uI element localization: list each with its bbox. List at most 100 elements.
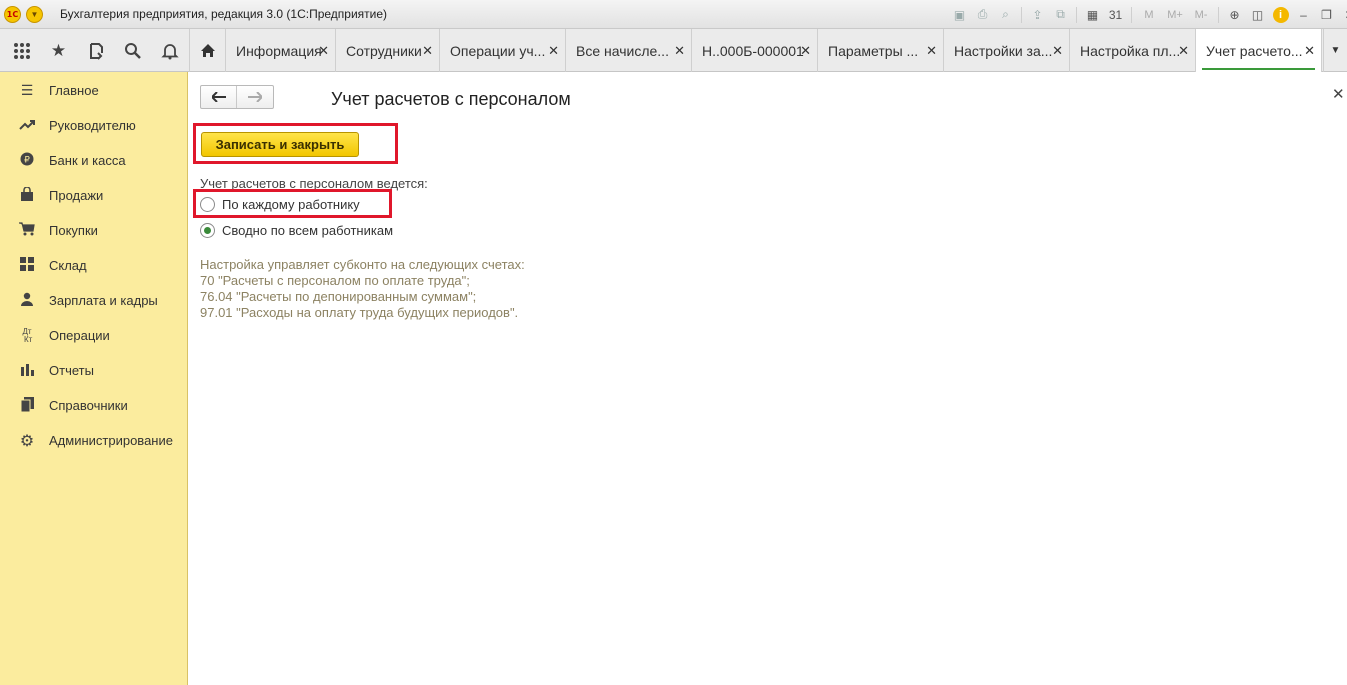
memory-plus-button[interactable]: M+	[1164, 6, 1186, 24]
close-icon[interactable]: ✕	[1178, 43, 1189, 59]
history-icon[interactable]	[77, 29, 114, 72]
tabs-more-button[interactable]: ▼	[1323, 29, 1347, 72]
coin-icon: ₽	[18, 152, 36, 169]
restore-icon[interactable]: ❐	[1317, 6, 1336, 24]
search-icon[interactable]	[114, 29, 151, 72]
tab-personnel-accounting[interactable]: Учет расчето... ✕	[1196, 29, 1322, 72]
note-line: 97.01 "Расходы на оплату труда будущих п…	[200, 305, 519, 320]
menu-lines-icon: ☰	[20, 82, 34, 98]
toolbar-divider	[1076, 6, 1077, 23]
close-icon[interactable]: ✕	[800, 43, 811, 59]
tab-label: Сотрудники	[346, 42, 422, 59]
sidebar-item-operations[interactable]: Дт Кт Операции	[0, 318, 188, 353]
tab-information[interactable]: Информация ✕	[226, 29, 336, 72]
memory-minus-button[interactable]: M-	[1190, 6, 1212, 24]
info-icon: i	[1272, 6, 1289, 23]
radio-option-all-employees[interactable]: Сводно по всем работникам	[200, 220, 393, 240]
svg-text:₽: ₽	[24, 156, 30, 166]
sidebar-item-bank[interactable]: ₽ Банк и касса	[0, 143, 188, 178]
toolbar-divider	[1131, 6, 1132, 23]
tab-label: Настройки за...	[954, 42, 1053, 59]
tab-all-accruals[interactable]: Все начисле... ✕	[566, 29, 692, 72]
tab-parameters[interactable]: Параметры ... ✕	[818, 29, 944, 72]
upload-icon[interactable]: ⇪	[1028, 6, 1047, 24]
preview-icon[interactable]: ⌕	[996, 6, 1015, 24]
app-logo-icon[interactable]: 1С	[4, 6, 21, 23]
bar-chart-icon	[18, 363, 36, 379]
form-area: Учет расчетов с персоналом ✕ Записать и …	[188, 72, 1347, 685]
sidebar-item-warehouse[interactable]: Склад	[0, 248, 188, 283]
warehouse-icon	[18, 257, 36, 274]
radio-option-each-employee[interactable]: По каждому работнику	[200, 194, 360, 214]
form-title: Учет расчетов с персоналом	[331, 89, 571, 109]
main-menu-button[interactable]: ▼	[26, 6, 43, 23]
memory-m-button[interactable]: M	[1138, 6, 1160, 24]
sidebar-item-label: Продажи	[49, 188, 104, 203]
radio-label: Сводно по всем работникам	[222, 222, 394, 238]
sidebar-item-label: Операции	[49, 328, 110, 343]
save-and-close-button[interactable]: Записать и закрыть	[201, 132, 359, 157]
sidebar-item-administration[interactable]: ⚙ Администрирование	[0, 423, 188, 458]
star-icon[interactable]: ★	[40, 29, 77, 72]
close-form-icon[interactable]: ✕	[1332, 85, 1345, 103]
sidebar-item-sales[interactable]: Продажи	[0, 178, 188, 213]
sidebar-item-salary[interactable]: Зарплата и кадры	[0, 283, 188, 318]
sidebar-item-label: Банк и касса	[49, 153, 126, 168]
close-icon[interactable]: ✕	[926, 43, 937, 59]
tab-toolbar: ★ Информация ✕ Сотрудники ✕ Операции уч...…	[0, 29, 1347, 72]
forward-arrow-icon[interactable]	[237, 86, 273, 108]
gear-icon: ⚙	[19, 432, 35, 450]
tab-label: Настройка пл...	[1080, 42, 1181, 59]
print-icon[interactable]: ⎙	[973, 6, 992, 24]
tab-salary-settings[interactable]: Настройки за... ✕	[944, 29, 1070, 72]
sidebar-item-label: Администрирование	[49, 433, 173, 448]
sidebar-item-label: Покупки	[49, 223, 98, 238]
apps-grid-icon[interactable]	[3, 29, 40, 72]
bag-icon	[18, 186, 36, 204]
sidebar-item-reports[interactable]: Отчеты	[0, 353, 188, 388]
history-navigation	[200, 85, 274, 109]
sidebar-item-label: Зарплата и кадры	[49, 293, 158, 308]
debit-credit-icon: Дт Кт	[21, 326, 33, 344]
bell-icon[interactable]	[151, 29, 188, 72]
calculator-icon[interactable]: ▦	[1083, 6, 1102, 24]
sidebar-item-directories[interactable]: Справочники	[0, 388, 188, 423]
window-title-bar: 1С ▼ Бухгалтерия предприятия, редакция 3…	[0, 0, 1347, 29]
close-icon[interactable]: ✕	[318, 43, 329, 59]
tab-label: Учет расчето...	[1206, 42, 1303, 59]
note-line: 70 "Расчеты с персоналом по оплате труда…	[200, 273, 470, 288]
sidebar-item-main[interactable]: ☰ Главное	[0, 73, 188, 108]
close-window-icon[interactable]: ✕	[1340, 6, 1347, 24]
panels-icon[interactable]: ◫	[1248, 6, 1267, 24]
close-icon[interactable]: ✕	[1304, 43, 1315, 59]
sidebar-item-manager[interactable]: Руководителю	[0, 108, 188, 143]
radio-button[interactable]	[200, 222, 215, 238]
cart-icon	[18, 222, 36, 239]
tab-operations[interactable]: Операции уч... ✕	[440, 29, 566, 72]
sidebar-item-purchases[interactable]: Покупки	[0, 213, 188, 248]
sidebar-item-label: Отчеты	[49, 363, 94, 378]
tab-plan-settings[interactable]: Настройка пл... ✕	[1070, 29, 1196, 72]
tab-label: Операции уч...	[450, 42, 546, 59]
sidebar-item-label: Склад	[49, 258, 87, 273]
radio-button[interactable]	[200, 196, 215, 212]
book-icon	[18, 396, 36, 415]
tab-employees[interactable]: Сотрудники ✕	[336, 29, 440, 72]
open-tabs: Информация ✕ Сотрудники ✕ Операции уч... ✕ …	[189, 29, 1322, 72]
back-arrow-icon[interactable]	[201, 86, 237, 108]
close-icon[interactable]: ✕	[674, 43, 685, 59]
minimize-icon[interactable]: –	[1294, 6, 1313, 24]
close-icon[interactable]: ✕	[422, 43, 433, 59]
calendar-icon[interactable]: 31	[1106, 6, 1125, 24]
tab-label: Все начисле...	[576, 42, 669, 59]
person-icon	[18, 292, 36, 309]
info-menu-button[interactable]: i	[1271, 6, 1290, 24]
close-icon[interactable]: ✕	[548, 43, 559, 59]
tab-label: Информация	[236, 42, 322, 59]
zoom-icon[interactable]: ⊕	[1225, 6, 1244, 24]
save-icon[interactable]: ▣	[950, 6, 969, 24]
copy-icon[interactable]: ⧉	[1051, 6, 1070, 24]
close-icon[interactable]: ✕	[1052, 43, 1063, 59]
home-tab[interactable]	[189, 29, 226, 72]
tab-document[interactable]: Н..000Б-000001 ✕	[692, 29, 818, 72]
